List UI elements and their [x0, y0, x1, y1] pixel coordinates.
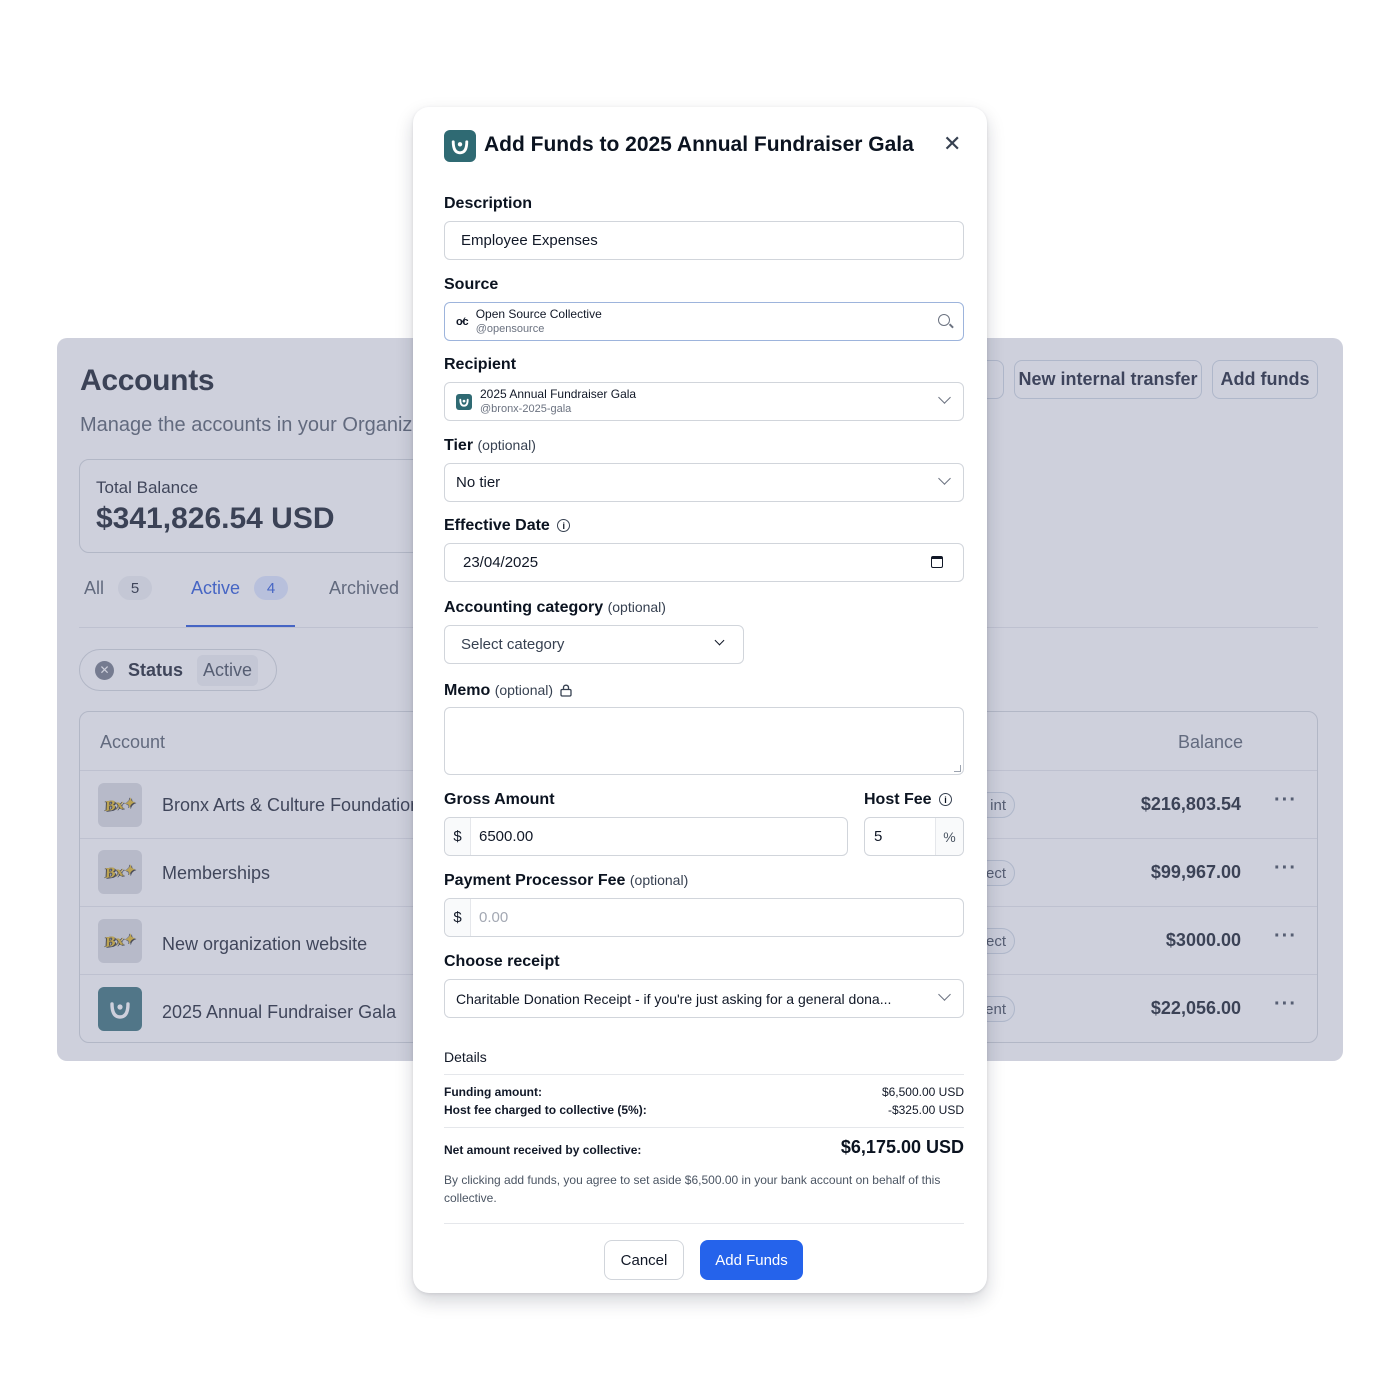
accounting-category-placeholder: Select category: [461, 636, 565, 653]
divider: [444, 1074, 964, 1075]
add-funds-modal: Add Funds to 2025 Annual Fundraiser Gala…: [413, 107, 987, 1293]
divider: [444, 1127, 964, 1128]
accounting-category-label-text: Accounting category: [444, 599, 604, 616]
funding-amount-row: Funding amount: $6,500.00 USD: [444, 1085, 964, 1099]
recipient-name: 2025 Annual Fundraiser Gala: [480, 386, 637, 401]
tier-select[interactable]: No tier: [444, 463, 964, 502]
resize-handle-icon[interactable]: [954, 765, 961, 772]
description-value: Employee Expenses: [461, 232, 598, 249]
modal-title: Add Funds to 2025 Annual Fundraiser Gala: [484, 133, 914, 156]
info-icon[interactable]: i: [939, 793, 953, 807]
host-fee-row: Host fee charged to collective (5%): -$3…: [444, 1103, 964, 1117]
calendar-icon[interactable]: [931, 556, 943, 568]
funding-amount-value: $6,500.00 USD: [881, 1085, 964, 1099]
optional-text: (optional): [607, 599, 666, 615]
processor-fee-label: Payment Processor Fee (optional): [444, 872, 688, 890]
gross-amount-input[interactable]: $ 6500.00: [444, 817, 848, 856]
open-source-collective-logo-icon: o⁄c: [456, 315, 469, 328]
effective-date-label: Effective Date i: [444, 517, 571, 535]
effective-date-label-text: Effective Date: [444, 517, 550, 534]
chevron-down-icon: [938, 988, 951, 1001]
recipient-handle: @bronx-2025-gala: [480, 402, 572, 415]
processor-fee-placeholder: 0.00: [479, 909, 509, 926]
collective-logo-icon: [456, 393, 472, 410]
cancel-button[interactable]: Cancel: [604, 1240, 684, 1280]
host-fee-label-text: Host Fee: [864, 791, 932, 808]
host-fee-charged-label: Host fee charged to collective (5%):: [444, 1103, 647, 1117]
tier-value: No tier: [456, 474, 501, 491]
net-amount-label: Net amount received by collective:: [444, 1143, 642, 1157]
description-label: Description: [444, 195, 533, 212]
host-fee-charged-value: -$325.00 USD: [887, 1103, 964, 1117]
memo-label-text: Memo: [444, 682, 491, 699]
add-funds-submit-button[interactable]: Add Funds: [700, 1240, 803, 1280]
accounting-category-label: Accounting category (optional): [444, 599, 666, 617]
chevron-down-icon: [714, 635, 725, 646]
source-name: Open Source Collective: [475, 306, 602, 321]
optional-text: (optional): [629, 872, 689, 888]
optional-text: (optional): [494, 682, 554, 698]
effective-date-input[interactable]: 23/04/2025: [444, 543, 964, 582]
percent-suffix: %: [935, 818, 963, 855]
funding-amount-label: Funding amount:: [444, 1085, 542, 1099]
receipt-select[interactable]: Charitable Donation Receipt - if you're …: [444, 979, 964, 1018]
chevron-down-icon: [938, 472, 951, 485]
host-fee-input[interactable]: 5 %: [864, 817, 964, 856]
receipt-value: Charitable Donation Receipt - if you're …: [456, 990, 892, 1007]
net-amount-value: $6,175.00 USD: [840, 1137, 964, 1157]
source-handle: @opensource: [475, 322, 545, 335]
processor-fee-label-text: Payment Processor Fee: [444, 872, 626, 889]
info-icon[interactable]: i: [557, 519, 571, 533]
search-icon: [938, 314, 950, 326]
recipient-label: Recipient: [444, 356, 517, 373]
source-label: Source: [444, 276, 499, 293]
optional-text: (optional): [477, 437, 536, 453]
receipt-label: Choose receipt: [444, 953, 560, 970]
tier-label-text: Tier: [444, 437, 474, 454]
close-icon[interactable]: ✕: [943, 133, 961, 155]
details-title: Details: [444, 1049, 487, 1065]
collective-logo-icon: [444, 130, 476, 162]
lock-icon: [559, 684, 572, 697]
divider: [444, 1223, 964, 1224]
recipient-select[interactable]: 2025 Annual Fundraiser Gala @bronx-2025-…: [444, 382, 964, 421]
tier-label: Tier (optional): [444, 437, 536, 455]
gross-amount-value: 6500.00: [479, 828, 534, 845]
source-picker[interactable]: o⁄c Open Source Collective @opensource: [444, 302, 964, 341]
currency-prefix: $: [445, 899, 471, 936]
processor-fee-input[interactable]: $ 0.00: [444, 898, 964, 937]
memo-textarea[interactable]: [444, 707, 964, 775]
host-fee-label: Host Fee i: [864, 791, 953, 809]
disclaimer-text: By clicking add funds, you agree to set …: [444, 1173, 941, 1205]
gross-amount-label: Gross Amount: [444, 791, 555, 808]
effective-date-value: 23/04/2025: [463, 554, 539, 571]
host-fee-value: 5: [874, 828, 883, 845]
description-input[interactable]: Employee Expenses: [444, 221, 964, 260]
chevron-down-icon: [938, 391, 951, 404]
memo-label: Memo (optional): [444, 682, 572, 700]
currency-prefix: $: [445, 818, 471, 855]
accounting-category-select[interactable]: Select category: [444, 625, 744, 664]
